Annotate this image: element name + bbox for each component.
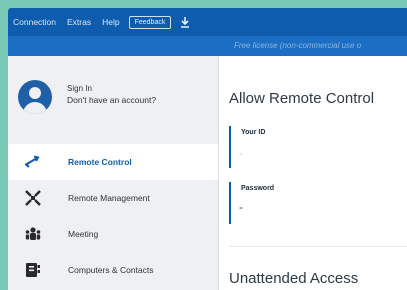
menu-help[interactable]: Help	[102, 17, 119, 27]
account-panel[interactable]: Sign In Don't have an account?	[8, 70, 218, 126]
sidebar-item-label: Remote Management	[68, 193, 150, 203]
sidebar-item-label: Meeting	[68, 229, 99, 239]
your-id-value[interactable]: -	[239, 146, 243, 160]
password-label: Password	[241, 185, 275, 192]
menu-extras[interactable]: Extras	[67, 17, 91, 27]
menu-connection[interactable]: Connection	[13, 17, 56, 27]
feedback-button[interactable]: Feedback	[128, 15, 172, 29]
sidebar-item-label: Computers & Contacts	[68, 265, 154, 275]
arrows-icon	[25, 154, 41, 170]
sidebar-item-remote-control[interactable]: Remote Control	[8, 144, 218, 180]
sidebar-item-computers-contacts[interactable]: Computers & Contacts	[8, 252, 218, 288]
sign-in-link[interactable]: Sign In	[67, 84, 92, 93]
your-id-label: Your ID	[241, 129, 266, 136]
avatar-head	[29, 87, 41, 99]
sidebar: Sign In Don't have an account? Remote Co…	[8, 56, 219, 290]
your-id-field[interactable]: Your ID -	[229, 126, 407, 168]
create-account-link[interactable]: Don't have an account?	[67, 95, 156, 105]
allow-remote-control-title: Allow Remote Control	[229, 90, 375, 107]
license-bar: Free license (non-commercial use o	[8, 36, 407, 56]
meeting-icon	[25, 226, 41, 242]
download-icon[interactable]	[180, 16, 190, 28]
avatar-body	[23, 102, 47, 114]
sidebar-item-remote-management[interactable]: Remote Management	[8, 180, 218, 216]
avatar[interactable]	[18, 80, 52, 114]
license-text: Free license (non-commercial use o	[234, 41, 362, 50]
sidebar-item-meeting[interactable]: Meeting	[8, 216, 218, 252]
section-divider	[229, 246, 407, 247]
management-icon	[25, 190, 41, 206]
unattended-access-title: Unattended Access	[229, 270, 359, 287]
password-field[interactable]: Password -	[229, 182, 407, 224]
main-panel: Allow Remote Control Your ID - Password …	[219, 56, 407, 290]
contacts-icon	[25, 262, 41, 278]
menu-bar: Connection Extras Help Feedback	[8, 8, 407, 36]
sidebar-item-label: Remote Control	[68, 157, 132, 167]
app-window: Connection Extras Help Feedback Free lic…	[8, 8, 407, 290]
password-value[interactable]: -	[239, 200, 243, 214]
